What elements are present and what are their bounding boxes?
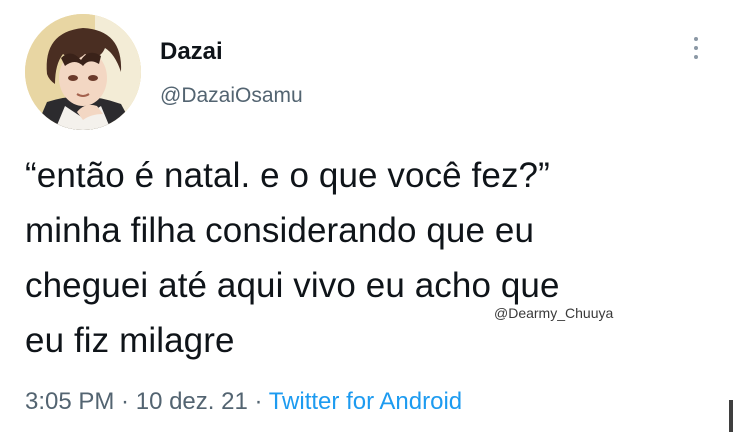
more-vertical-icon[interactable] bbox=[689, 37, 703, 67]
tweet-line: “então é natal. e o que você fez?” bbox=[25, 156, 550, 195]
tweet-source-link[interactable]: Twitter for Android bbox=[269, 388, 462, 415]
watermark: @Dearmy_Chuuya bbox=[494, 305, 614, 321]
tweet-line: eu fiz milagre bbox=[25, 321, 235, 360]
tweet-time[interactable]: 3:05 PM bbox=[25, 388, 114, 415]
user-handle[interactable]: @DazaiOsamu bbox=[160, 84, 303, 108]
avatar[interactable] bbox=[25, 14, 141, 130]
meta-separator: · bbox=[114, 388, 136, 415]
anime-avatar-icon bbox=[25, 14, 141, 130]
display-name[interactable]: Dazai bbox=[160, 38, 223, 66]
tweet-meta: 3:05 PM · 10 dez. 21 · Twitter for Andro… bbox=[25, 388, 462, 416]
tweet-date[interactable]: 10 dez. 21 bbox=[136, 388, 248, 415]
tweet-line: minha filha considerando que eu bbox=[25, 211, 535, 250]
tweet-text: “então é natal. e o que você fez?” minha… bbox=[25, 148, 715, 368]
meta-separator: · bbox=[247, 388, 269, 415]
edge-mark bbox=[729, 400, 733, 432]
